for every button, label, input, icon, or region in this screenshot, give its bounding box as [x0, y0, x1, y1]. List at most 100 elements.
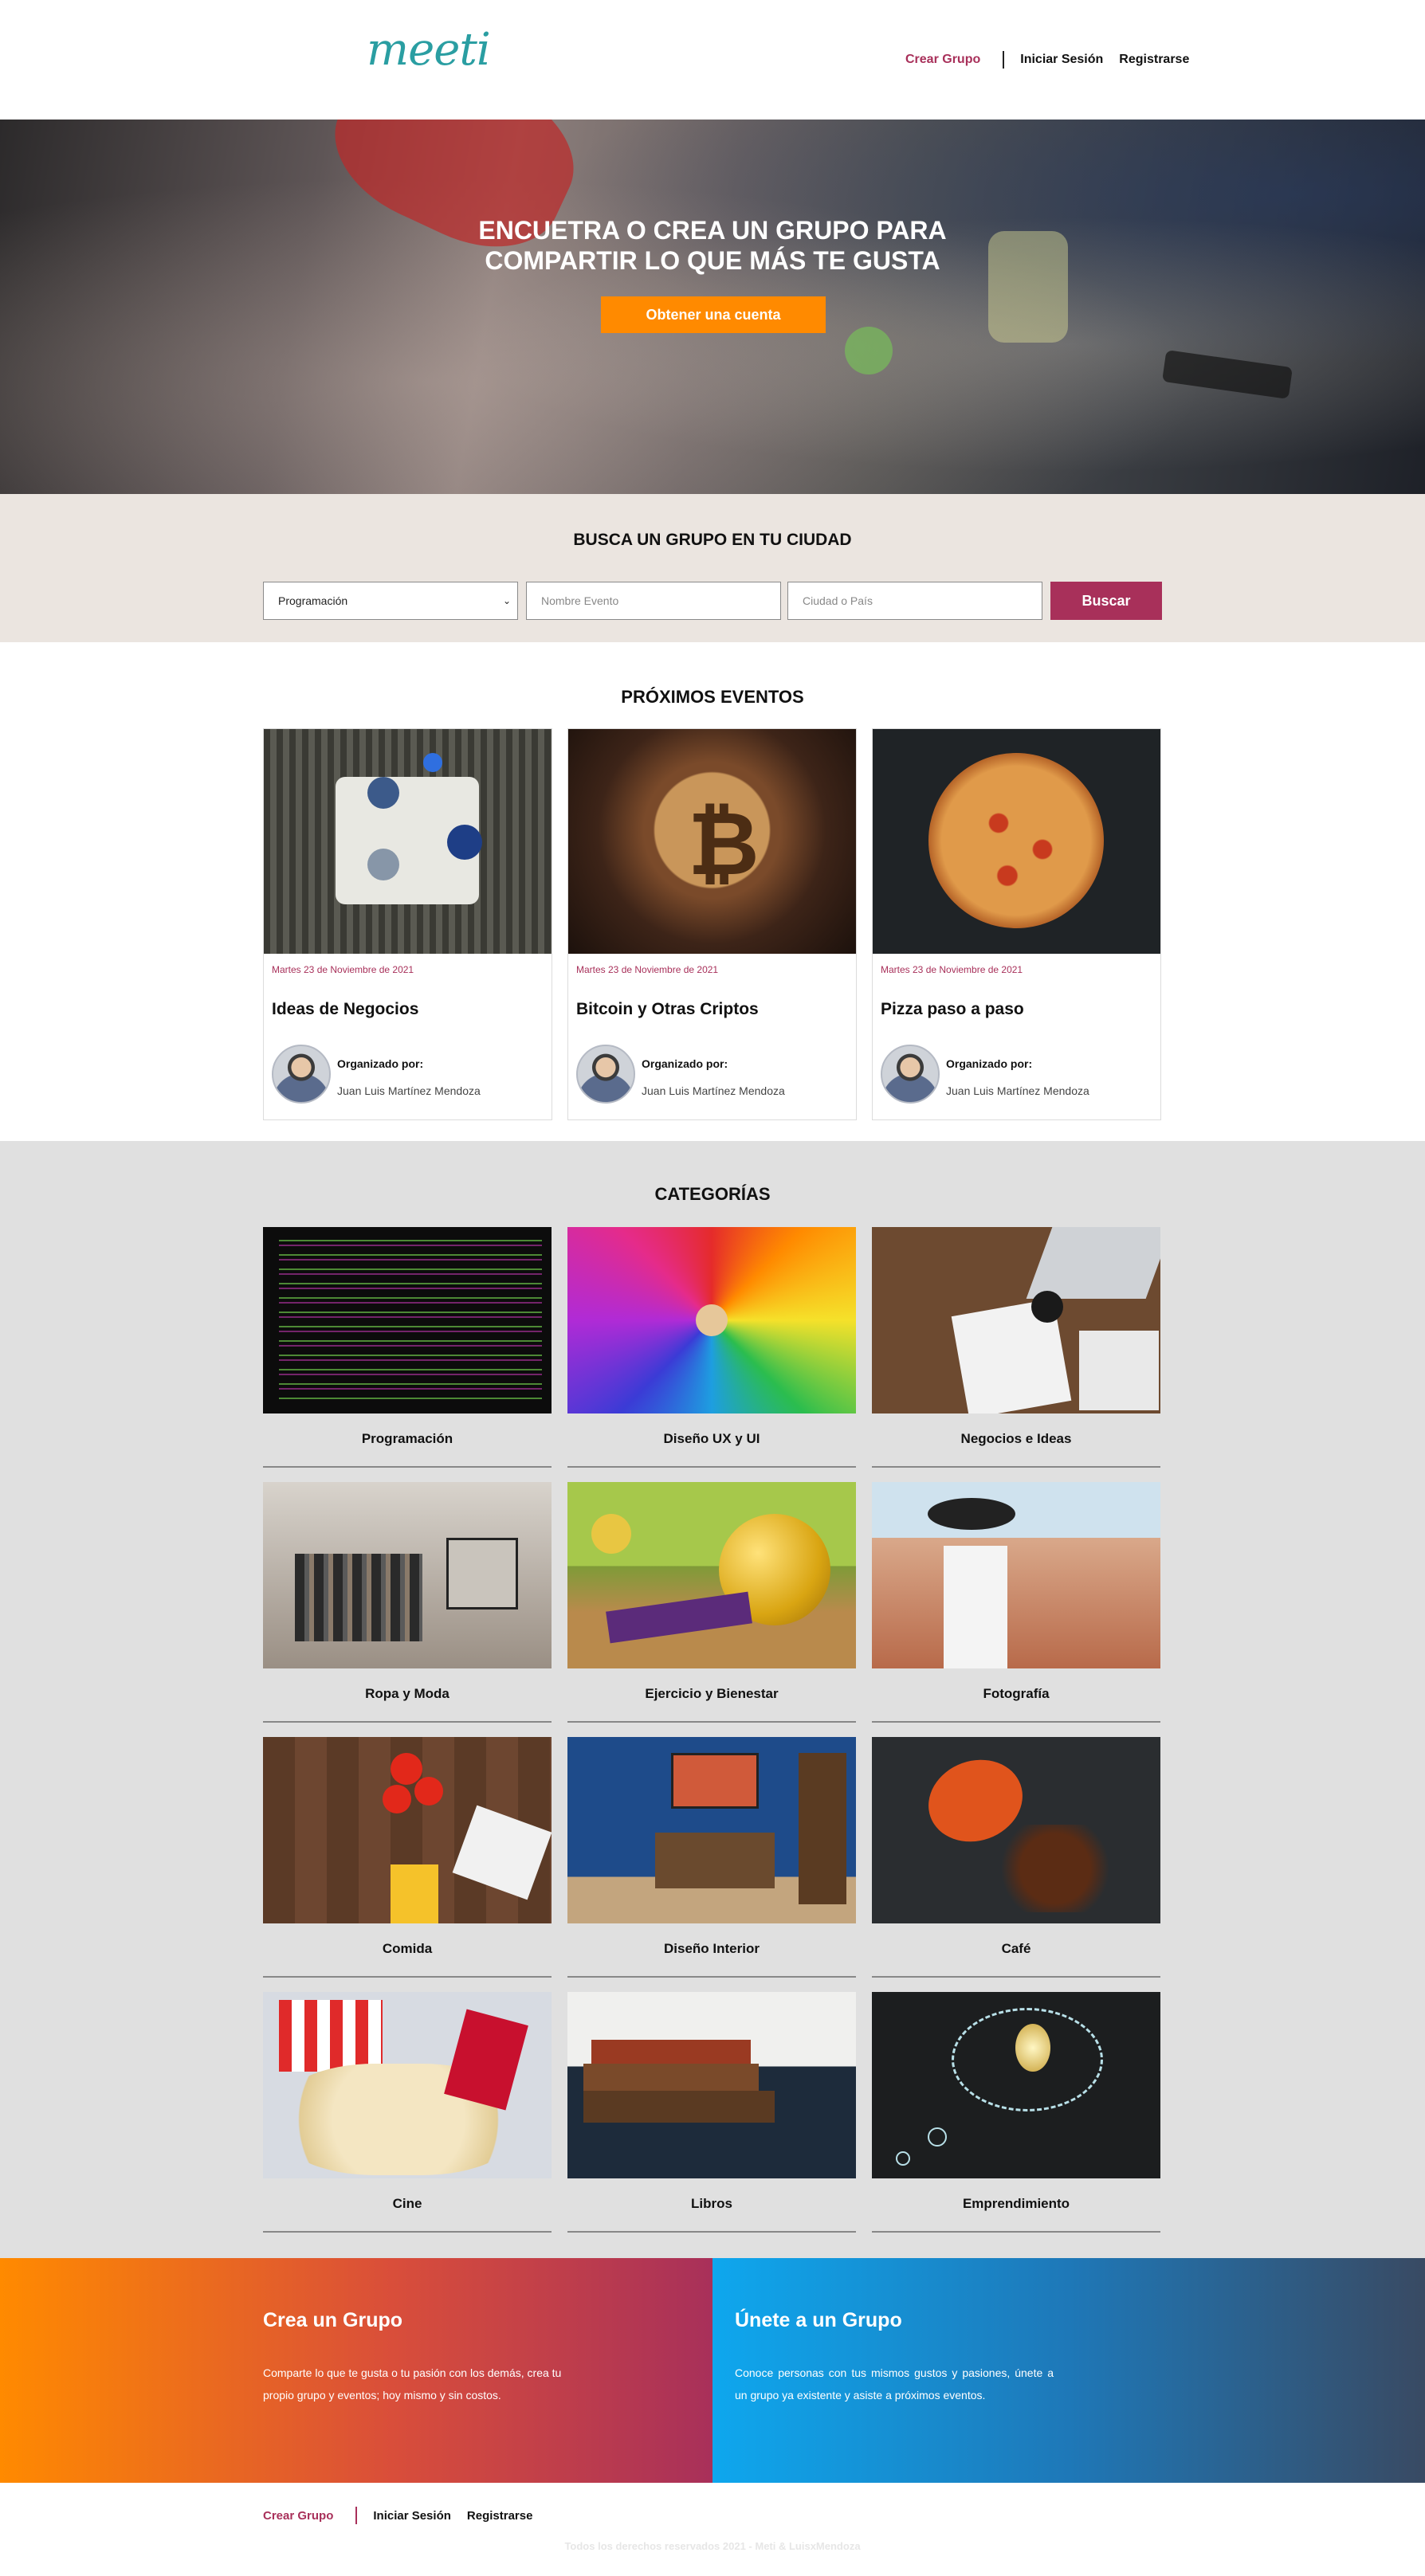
- create-group-text: Comparte lo que te gusta o tu pasión con…: [263, 2366, 562, 2402]
- organizer-name: Juan Luis Martínez Mendoza: [946, 1084, 1089, 1097]
- category-label: Café: [1001, 1941, 1031, 1956]
- organized-label: Organizado por:: [337, 1057, 424, 1070]
- category-label: Negocios e Ideas: [960, 1431, 1072, 1446]
- category-label: Libros: [691, 2196, 732, 2211]
- organizer-name: Juan Luis Martínez Mendoza: [337, 1084, 481, 1097]
- category-card-diseno-interior[interactable]: Diseño Interior: [567, 1737, 856, 1978]
- join-group-text: Conoce personas con tus mismos gustos y …: [735, 2366, 1054, 2402]
- category-card-ux[interactable]: Diseño UX y UI: [567, 1227, 856, 1468]
- hero-photo-detail: [1161, 350, 1293, 399]
- footer-login[interactable]: Iniciar Sesión: [373, 2509, 451, 2523]
- footer-divider: [355, 2507, 358, 2524]
- category-card-fotografia[interactable]: Fotografía: [872, 1482, 1160, 1723]
- join-group-title: Únete a un Grupo: [735, 2309, 902, 2331]
- divider: [872, 1466, 1160, 1468]
- hero-photo-detail: [845, 327, 893, 374]
- categories-title: CATEGORÍAS: [654, 1184, 771, 1204]
- organizer-name: Juan Luis Martínez Mendoza: [642, 1084, 785, 1097]
- event-image-business: [264, 729, 552, 954]
- divider: [263, 1466, 552, 1468]
- divider: [872, 1976, 1160, 1978]
- category-card-libros[interactable]: Libros: [567, 1992, 856, 2233]
- get-account-button[interactable]: Obtener una cuenta: [601, 296, 826, 333]
- footer-create-group[interactable]: Crear Grupo: [263, 2509, 333, 2523]
- category-image: [872, 1992, 1160, 2178]
- category-card-emprendimiento[interactable]: Emprendimiento: [872, 1992, 1160, 2233]
- organized-label: Organizado por:: [642, 1057, 728, 1070]
- category-image: [567, 1482, 856, 1668]
- divider: [872, 1721, 1160, 1723]
- category-card-ejercicio[interactable]: Ejercicio y Bienestar: [567, 1482, 856, 1723]
- avatar: [576, 1045, 635, 1104]
- category-card-comida[interactable]: Comida: [263, 1737, 552, 1978]
- hero-title-line2: compartir lo que más te gusta: [485, 246, 940, 275]
- search-section: BUSCA UN GRUPO EN TU CIUDAD Programación…: [0, 494, 1425, 642]
- category-image: [872, 1737, 1160, 1923]
- category-card-negocios[interactable]: Negocios e Ideas: [872, 1227, 1160, 1468]
- category-card-ropa[interactable]: Ropa y Moda: [263, 1482, 552, 1723]
- category-label: Programación: [361, 1431, 453, 1446]
- divider: [263, 1976, 552, 1978]
- category-label: Comida: [382, 1941, 433, 1956]
- event-name-input[interactable]: Nombre Evento: [526, 582, 781, 620]
- avatar: [272, 1045, 331, 1104]
- divider: [263, 1721, 552, 1723]
- event-date: Martes 23 de Noviembre de 2021: [576, 964, 719, 975]
- category-image: [567, 1227, 856, 1413]
- divider: [567, 1466, 856, 1468]
- organized-label: Organizado por:: [946, 1057, 1033, 1070]
- event-date: Martes 23 de Noviembre de 2021: [881, 964, 1023, 975]
- category-label: Diseño Interior: [664, 1941, 760, 1956]
- category-image: [263, 1737, 552, 1923]
- category-label: Cine: [392, 2196, 422, 2211]
- footer-nav: Crear Grupo Iniciar Sesión Registrarse: [263, 2507, 532, 2524]
- event-name-placeholder: Nombre Evento: [541, 594, 619, 607]
- event-image-bitcoin: ₿: [568, 729, 856, 954]
- nav-register[interactable]: Registrarse: [1119, 53, 1189, 67]
- create-group-panel: Crea un Grupo Comparte lo que te gusta o…: [0, 2258, 712, 2483]
- category-card-programacion[interactable]: Programación: [263, 1227, 552, 1468]
- search-title: BUSCA UN GRUPO EN TU CIUDAD: [573, 531, 852, 549]
- category-label: Ejercicio y Bienestar: [645, 1686, 779, 1701]
- divider: [872, 2231, 1160, 2233]
- nav-create-group[interactable]: Crear Grupo: [905, 53, 980, 67]
- category-label: Fotografía: [983, 1686, 1050, 1701]
- event-image-pizza: [873, 729, 1160, 954]
- city-input[interactable]: Ciudad o País: [787, 582, 1042, 620]
- category-label: Ropa y Moda: [365, 1686, 449, 1701]
- footer-register[interactable]: Registrarse: [467, 2509, 533, 2523]
- copyright-text: Todos los derechos reservados 2021 - Met…: [564, 2540, 861, 2552]
- category-card-cafe[interactable]: Café: [872, 1737, 1160, 1978]
- site-logo[interactable]: meeti: [367, 24, 491, 76]
- event-date: Martes 23 de Noviembre de 2021: [272, 964, 414, 975]
- category-label: Diseño UX y UI: [663, 1431, 760, 1446]
- event-card[interactable]: Martes 23 de Noviembre de 2021 Pizza pas…: [872, 728, 1161, 1120]
- search-button[interactable]: Buscar: [1050, 582, 1162, 620]
- main-nav: Crear Grupo Iniciar Sesión Registrarse: [905, 51, 1189, 69]
- categories-section: CATEGORÍAS Programación Diseño UX y UI N…: [0, 1141, 1425, 2258]
- event-title[interactable]: Bitcoin y Otras Criptos: [576, 1000, 759, 1019]
- divider: [567, 2231, 856, 2233]
- divider: [567, 1721, 856, 1723]
- site-header: meeti Crear Grupo Iniciar Sesión Registr…: [0, 0, 1425, 120]
- category-image: [263, 1227, 552, 1413]
- city-placeholder: Ciudad o País: [803, 594, 873, 607]
- event-card[interactable]: ₿ Martes 23 de Noviembre de 2021 Bitcoin…: [567, 728, 857, 1120]
- category-select[interactable]: Programación ⌄: [263, 582, 518, 620]
- category-image: [263, 1992, 552, 2178]
- event-title[interactable]: Ideas de Negocios: [272, 1000, 418, 1019]
- divider: [263, 2231, 552, 2233]
- hero-banner: Encuetra o crea un grupo para compartir …: [0, 120, 1425, 494]
- create-group-title: Crea un Grupo: [263, 2309, 403, 2331]
- category-image: [872, 1227, 1160, 1413]
- category-card-cine[interactable]: Cine: [263, 1992, 552, 2233]
- divider: [567, 1976, 856, 1978]
- category-image: [872, 1482, 1160, 1668]
- hero-title: Encuetra o crea un grupo para compartir …: [0, 215, 1425, 276]
- event-card[interactable]: Martes 23 de Noviembre de 2021 Ideas de …: [263, 728, 552, 1120]
- hero-title-line1: Encuetra o crea un grupo para: [478, 216, 947, 245]
- event-title[interactable]: Pizza paso a paso: [881, 1000, 1024, 1019]
- nav-login[interactable]: Iniciar Sesión: [1020, 53, 1103, 67]
- events-title: PRÓXIMOS EVENTOS: [621, 687, 804, 707]
- category-image: [567, 1737, 856, 1923]
